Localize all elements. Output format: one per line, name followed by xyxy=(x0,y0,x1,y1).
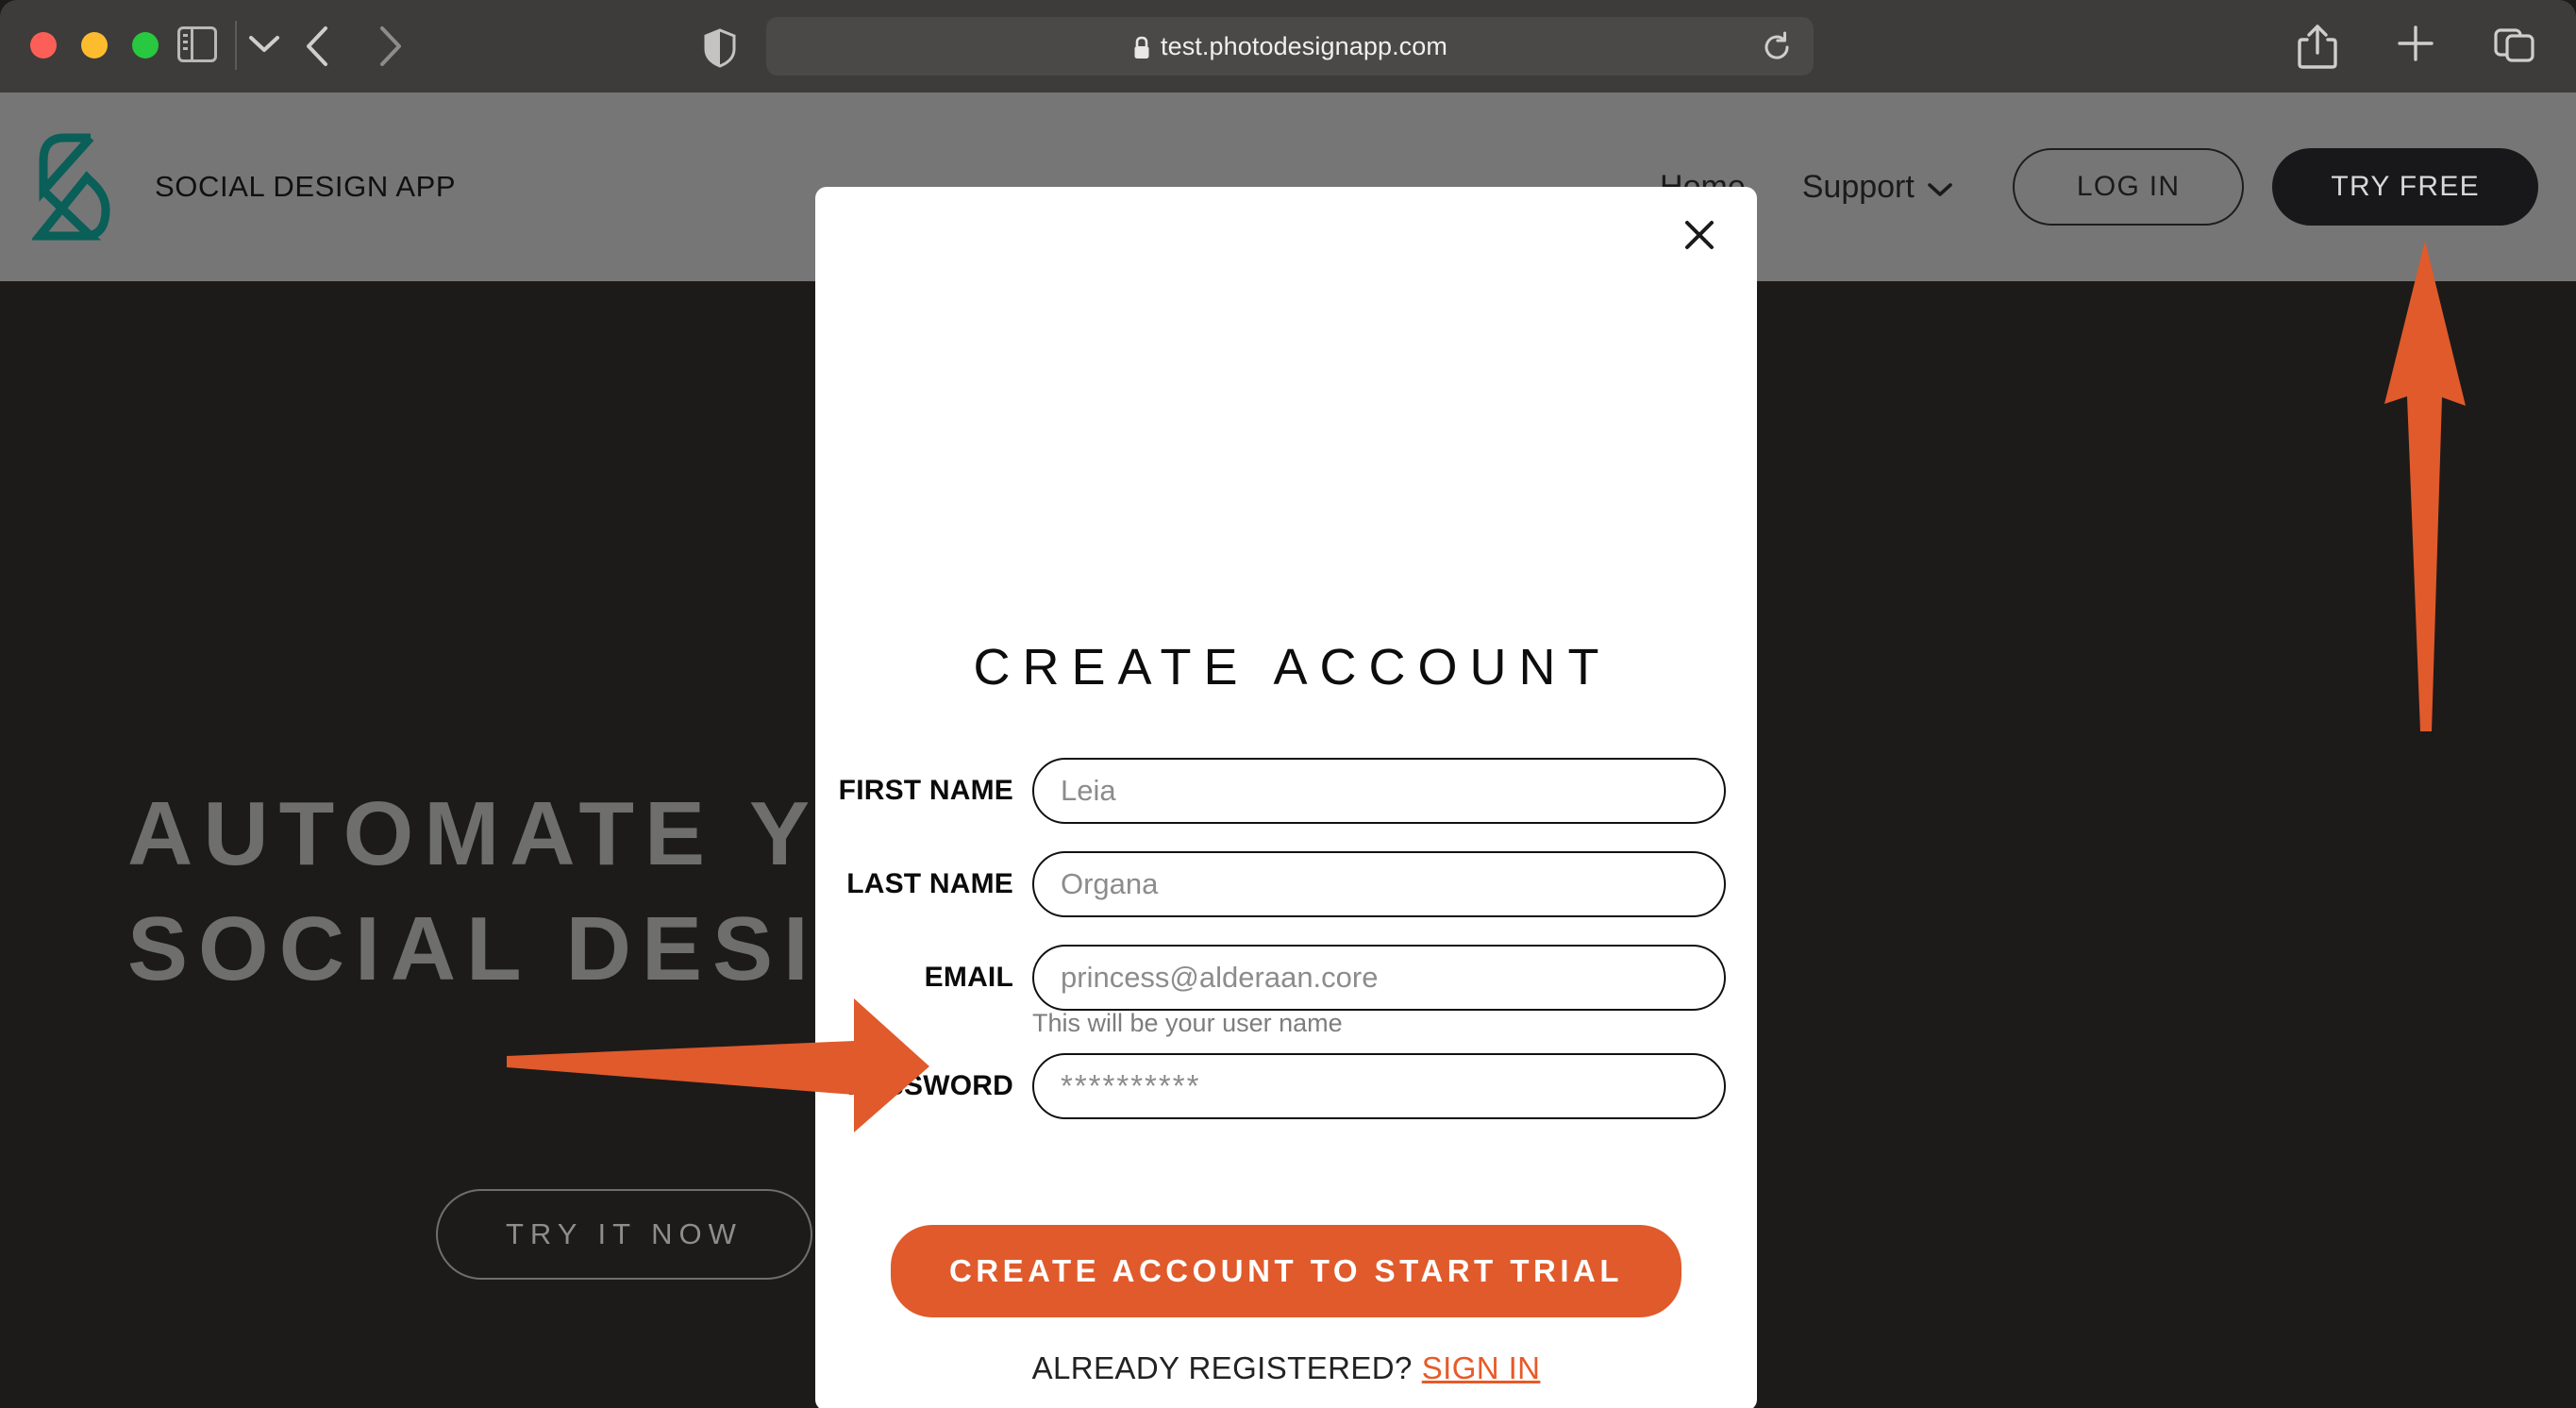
first-name-label: FIRST NAME xyxy=(838,775,1013,806)
lock-icon xyxy=(1132,36,1149,59)
email-label: EMAIL xyxy=(924,962,1013,993)
email-hint: This will be your user name xyxy=(1032,1009,1343,1037)
tab-overview-icon[interactable] xyxy=(2493,23,2536,70)
chevron-left-icon[interactable] xyxy=(294,23,343,70)
sidebar-toggle-icon[interactable] xyxy=(177,26,217,62)
signup-form: FIRST NAME Leia LAST NAME Organa EMAIL p… xyxy=(815,758,1757,1119)
create-account-modal: CREATE ACCOUNT FIRST NAME Leia LAST NAME… xyxy=(815,187,1757,1408)
chevron-right-icon[interactable] xyxy=(364,23,413,70)
close-icon[interactable] xyxy=(1676,211,1723,259)
last-name-value: Organa xyxy=(1061,867,1159,900)
modal-title: CREATE ACCOUNT xyxy=(973,639,1612,696)
try-free-button[interactable]: TRY FREE xyxy=(2272,148,2538,226)
password-input[interactable]: ********** xyxy=(1032,1053,1726,1119)
chevron-down-icon[interactable] xyxy=(241,26,288,66)
hero-try-it-now-button[interactable]: TRY IT NOW xyxy=(436,1189,812,1280)
last-name-label: LAST NAME xyxy=(846,868,1013,899)
nav-item-support[interactable]: Support xyxy=(1774,169,1981,206)
login-button[interactable]: LOG IN xyxy=(2012,148,2245,226)
password-label: PASSWORD xyxy=(846,1070,1013,1101)
already-registered-text: ALREADY REGISTERED? xyxy=(1031,1350,1413,1385)
minimize-window-button[interactable] xyxy=(81,32,108,59)
cta-container: CREATE ACCOUNT TO START TRIAL xyxy=(815,1225,1757,1317)
brand-name: SOCIAL DESIGN APP xyxy=(155,170,457,203)
chevron-down-icon xyxy=(1928,169,1952,206)
site-nav: Home Support LOG IN TRY FREE xyxy=(1631,92,2538,281)
share-icon[interactable] xyxy=(2297,23,2340,70)
browser-toolbar: test.photodesignapp.com xyxy=(0,0,2576,92)
first-name-field-row: FIRST NAME Leia xyxy=(815,758,1757,824)
web-page: SOCIAL DESIGN APP Home Support LOG IN TR… xyxy=(0,92,2576,1408)
first-name-value: Leia xyxy=(1061,774,1116,807)
zoom-window-button[interactable] xyxy=(132,32,159,59)
already-registered: ALREADY REGISTERED? SIGN IN xyxy=(815,1350,1757,1386)
email-value: princess@alderaan.core xyxy=(1061,961,1379,994)
reload-icon[interactable] xyxy=(1761,31,1793,63)
url-text: test.photodesignapp.com xyxy=(1160,31,1447,60)
toolbar-right-actions xyxy=(2297,23,2536,70)
first-name-input[interactable]: Leia xyxy=(1032,758,1726,824)
privacy-shield-icon[interactable] xyxy=(703,28,737,68)
email-field-row: EMAIL princess@alderaan.core xyxy=(815,945,1757,1011)
sign-in-link[interactable]: SIGN IN xyxy=(1422,1350,1541,1385)
close-window-button[interactable] xyxy=(30,32,57,59)
browser-window: test.photodesignapp.com SOCIAL DESIGN AP… xyxy=(0,0,2576,1408)
password-field-row: PASSWORD ********** xyxy=(815,1053,1757,1119)
create-account-button[interactable]: CREATE ACCOUNT TO START TRIAL xyxy=(890,1225,1682,1317)
last-name-field-row: LAST NAME Organa xyxy=(815,851,1757,917)
nav-item-support-label: Support xyxy=(1801,168,1915,205)
address-bar[interactable]: test.photodesignapp.com xyxy=(766,17,1814,75)
window-controls xyxy=(30,32,159,59)
brand[interactable]: SOCIAL DESIGN APP xyxy=(30,132,457,242)
toolbar-divider xyxy=(235,21,237,70)
last-name-input[interactable]: Organa xyxy=(1032,851,1726,917)
email-input[interactable]: princess@alderaan.core xyxy=(1032,945,1726,1011)
password-value: ********** xyxy=(1061,1068,1201,1103)
plus-icon[interactable] xyxy=(2395,23,2438,70)
social-design-app-logo xyxy=(30,132,123,242)
